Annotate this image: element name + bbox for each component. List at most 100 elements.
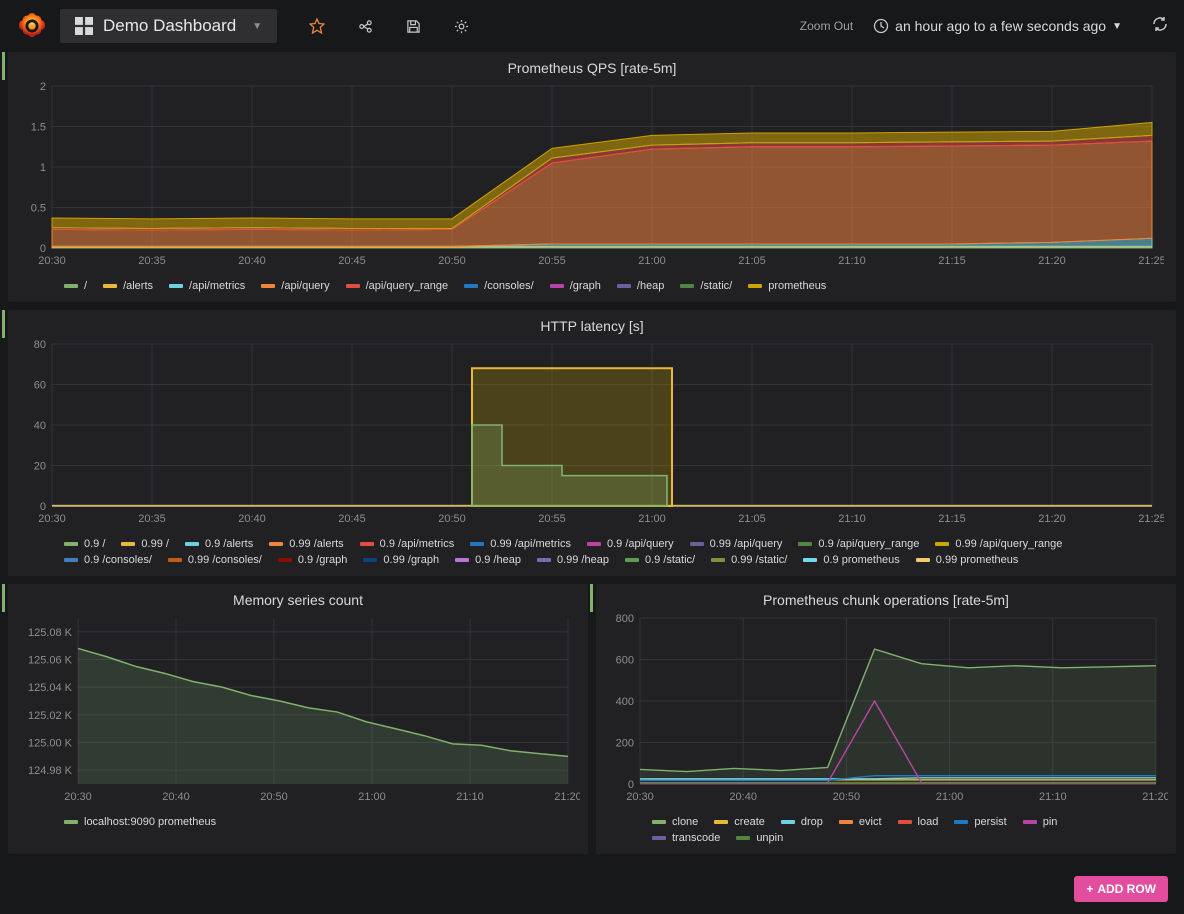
legend-item[interactable]: /api/query_range	[346, 280, 449, 292]
legend-item[interactable]: /alerts	[103, 280, 153, 292]
legend-item[interactable]: 0.99 /	[121, 538, 169, 550]
svg-text:200: 200	[616, 738, 634, 750]
legend-label: 0.9 prometheus	[823, 554, 899, 566]
legend-item[interactable]: /api/query	[261, 280, 329, 292]
time-range-picker[interactable]: an hour ago to a few seconds ago ▼	[873, 18, 1122, 34]
svg-text:125.08 K: 125.08 K	[28, 627, 73, 639]
legend-label: /alerts	[123, 280, 153, 292]
legend-label: 0.9 /api/query_range	[818, 538, 919, 550]
legend-item[interactable]: unpin	[736, 832, 783, 844]
svg-text:21:20: 21:20	[1038, 513, 1066, 525]
panel-latency[interactable]: HTTP latency [s] 02040608020:3020:3520:4…	[8, 310, 1176, 576]
legend-item[interactable]: 0.9 /consoles/	[64, 554, 152, 566]
legend-label: 0.9 /api/metrics	[380, 538, 455, 550]
legend-item[interactable]: /	[64, 280, 87, 292]
legend-label: /graph	[570, 280, 601, 292]
star-icon[interactable]	[309, 18, 325, 34]
legend-label: evict	[859, 816, 882, 828]
svg-text:20:45: 20:45	[338, 255, 366, 267]
legend-label: /heap	[637, 280, 665, 292]
legend-item[interactable]: 0.99 /static/	[711, 554, 787, 566]
legend-item[interactable]: /consoles/	[464, 280, 534, 292]
legend-item[interactable]: 0.9 prometheus	[803, 554, 899, 566]
legend-item[interactable]: 0.9 /graph	[278, 554, 348, 566]
dashboard-picker[interactable]: Demo Dashboard ▼	[60, 9, 277, 43]
legend-item[interactable]: /static/	[680, 280, 732, 292]
grafana-logo-icon[interactable]	[16, 10, 48, 42]
legend-item[interactable]: 0.9 /alerts	[185, 538, 253, 550]
legend-label: 0.99 /alerts	[289, 538, 343, 550]
svg-text:21:00: 21:00	[936, 791, 964, 803]
dashboard-title: Demo Dashboard	[103, 16, 236, 36]
svg-text:1.5: 1.5	[31, 122, 46, 134]
legend-swatch	[269, 542, 283, 546]
legend-item[interactable]: 0.99 /heap	[537, 554, 609, 566]
svg-text:21:10: 21:10	[1039, 791, 1067, 803]
legend-label: drop	[801, 816, 823, 828]
legend-swatch	[798, 542, 812, 546]
legend-swatch	[617, 284, 631, 288]
legend-item[interactable]: 0.9 /api/metrics	[360, 538, 455, 550]
legend-item[interactable]: clone	[652, 816, 698, 828]
svg-text:20:55: 20:55	[538, 513, 566, 525]
legend-item[interactable]: transcode	[652, 832, 720, 844]
legend-item[interactable]: localhost:9090 prometheus	[64, 816, 216, 828]
save-icon[interactable]	[405, 18, 421, 34]
svg-text:0: 0	[40, 243, 46, 255]
legend-item[interactable]: 0.99 /api/query_range	[935, 538, 1062, 550]
legend-item[interactable]: /graph	[550, 280, 601, 292]
top-navbar: Demo Dashboard ▼ Zoom Out an hour ago to…	[0, 0, 1184, 52]
legend-item[interactable]: 0.99 prometheus	[916, 554, 1019, 566]
legend-item[interactable]: 0.9 /api/query_range	[798, 538, 919, 550]
legend-swatch	[652, 820, 666, 824]
legend-swatch	[916, 558, 930, 562]
svg-text:20:45: 20:45	[338, 513, 366, 525]
legend-item[interactable]: 0.9 /static/	[625, 554, 695, 566]
legend-label: transcode	[672, 832, 720, 844]
legend-label: 0.99 /consoles/	[188, 554, 262, 566]
legend-item[interactable]: create	[714, 816, 765, 828]
legend-item[interactable]: 0.99 /consoles/	[168, 554, 262, 566]
add-row-button[interactable]: + ADD ROW	[1074, 876, 1168, 902]
legend-item[interactable]: 0.99 /api/query	[690, 538, 783, 550]
svg-text:20:50: 20:50	[260, 791, 288, 803]
svg-text:21:15: 21:15	[938, 255, 966, 267]
legend-swatch	[1023, 820, 1037, 824]
svg-text:0.5: 0.5	[31, 203, 46, 215]
legend-item[interactable]: 0.9 /heap	[455, 554, 521, 566]
svg-text:21:05: 21:05	[738, 513, 766, 525]
legend-label: /api/metrics	[189, 280, 245, 292]
legend-item[interactable]: evict	[839, 816, 882, 828]
legend-swatch	[803, 558, 817, 562]
legend-swatch	[714, 820, 728, 824]
zoom-out-button[interactable]: Zoom Out	[800, 19, 853, 33]
legend-swatch	[360, 542, 374, 546]
legend-item[interactable]: 0.99 /graph	[363, 554, 439, 566]
panel-qps[interactable]: Prometheus QPS [rate-5m] 00.511.5220:302…	[8, 52, 1176, 302]
legend-item[interactable]: 0.9 /	[64, 538, 105, 550]
panel-chunks[interactable]: Prometheus chunk operations [rate-5m] 02…	[596, 584, 1176, 854]
legend-swatch	[64, 820, 78, 824]
legend-label: 0.9 /graph	[298, 554, 348, 566]
legend-item[interactable]: /api/metrics	[169, 280, 245, 292]
legend-item[interactable]: drop	[781, 816, 823, 828]
legend-item[interactable]: pin	[1023, 816, 1058, 828]
settings-gear-icon[interactable]	[453, 18, 469, 34]
legend-swatch	[363, 558, 377, 562]
legend-label: 0.9 /static/	[645, 554, 695, 566]
legend-item[interactable]: prometheus	[748, 280, 826, 292]
legend-item[interactable]: 0.99 /api/metrics	[470, 538, 571, 550]
legend-label: 0.99 prometheus	[936, 554, 1019, 566]
legend-item[interactable]: /heap	[617, 280, 665, 292]
refresh-icon[interactable]	[1152, 16, 1168, 37]
legend-item[interactable]: 0.99 /alerts	[269, 538, 343, 550]
svg-text:20:30: 20:30	[626, 791, 654, 803]
legend-item[interactable]: 0.9 /api/query	[587, 538, 674, 550]
svg-text:21:25: 21:25	[1138, 255, 1164, 267]
legend-swatch	[625, 558, 639, 562]
legend-item[interactable]: persist	[954, 816, 1006, 828]
panel-memory[interactable]: Memory series count 124.98 K125.00 K125.…	[8, 584, 588, 854]
legend-swatch	[103, 284, 117, 288]
legend-item[interactable]: load	[898, 816, 939, 828]
share-icon[interactable]	[357, 18, 373, 34]
